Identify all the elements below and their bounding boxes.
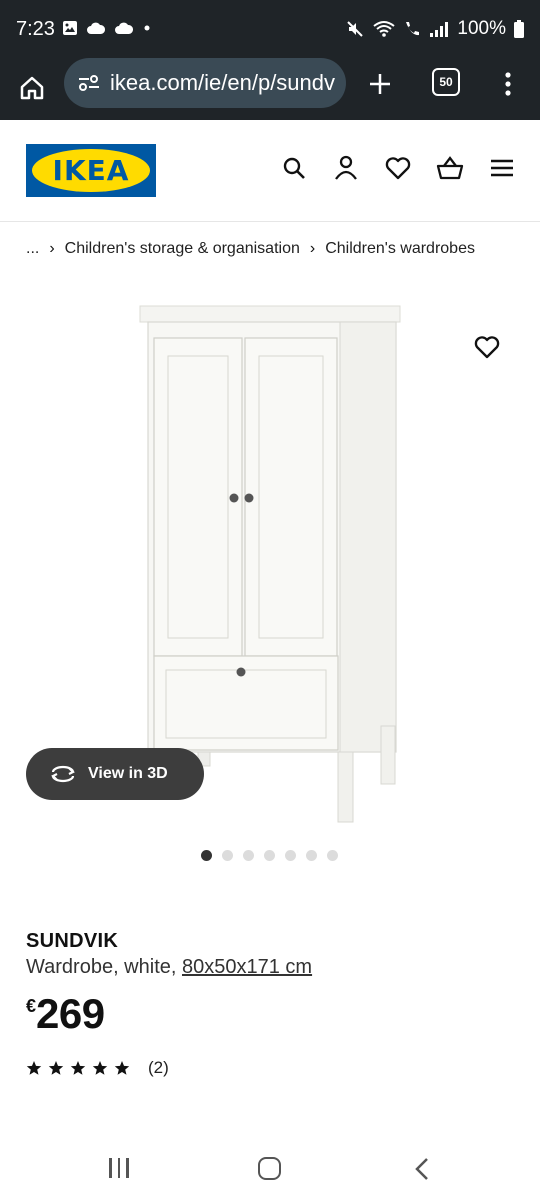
more-vert-icon	[505, 72, 511, 96]
browser-toolbar: ikea.com/ie/en/p/sundv 50	[0, 58, 540, 120]
search-icon[interactable]	[280, 154, 308, 182]
breadcrumb-separator: ›	[49, 240, 55, 257]
heart-icon	[474, 336, 500, 359]
wishlist-heart-icon[interactable]	[384, 154, 412, 182]
logo-text: IKEA	[52, 154, 130, 187]
ikea-logo[interactable]: IKEA	[26, 144, 156, 197]
mute-icon	[347, 21, 364, 37]
star-icon	[70, 1061, 86, 1075]
browser-menu-button[interactable]	[496, 64, 520, 104]
product-description: Wardrobe, white, 80x50x171 cm	[26, 956, 312, 979]
carousel-dot[interactable]	[222, 850, 233, 861]
product-dimensions-link[interactable]: 80x50x171 cm	[182, 956, 312, 978]
breadcrumb-separator: ›	[309, 240, 316, 257]
product-rating[interactable]: (2)	[26, 1058, 169, 1078]
view-in-3d-button[interactable]: View in 3D	[26, 748, 204, 800]
recent-apps-button[interactable]	[106, 1158, 132, 1180]
status-bar: 7:23 100%	[0, 0, 540, 58]
star-icon	[114, 1061, 130, 1075]
basket-icon[interactable]	[436, 154, 464, 182]
cloud-icon-2	[115, 22, 134, 34]
star-icon	[26, 1061, 42, 1075]
address-bar[interactable]: ikea.com/ie/en/p/sundv	[64, 58, 346, 108]
site-settings-icon[interactable]	[76, 70, 102, 96]
new-tab-button[interactable]	[360, 64, 400, 104]
account-icon[interactable]	[332, 154, 360, 182]
notification-icons	[62, 20, 152, 36]
tab-switcher-button[interactable]: 50	[432, 68, 460, 96]
gallery-icon	[63, 21, 77, 35]
review-count: (2)	[148, 1058, 169, 1077]
dot-icon	[144, 25, 150, 31]
url-text: ikea.com/ie/en/p/sundv	[110, 70, 336, 95]
product-type: Wardrobe, white,	[26, 956, 177, 978]
rotate-3d-icon	[48, 763, 78, 785]
carousel-dot[interactable]	[201, 850, 212, 861]
battery-text: 100%	[457, 18, 506, 39]
carousel-dot[interactable]	[243, 850, 254, 861]
breadcrumb-item-childrens-wardrobes[interactable]: Children's wardrobes	[325, 240, 475, 258]
back-button[interactable]	[410, 1156, 434, 1182]
carousel-dot[interactable]	[327, 850, 338, 861]
rating-stars	[26, 1060, 130, 1076]
star-icon	[92, 1061, 108, 1075]
back-chevron-icon	[415, 1158, 428, 1180]
breadcrumb-ellipsis[interactable]: ...	[26, 240, 39, 258]
star-icon	[48, 1061, 64, 1075]
product-name: SUNDVIK	[26, 930, 119, 952]
status-right: 100%	[345, 18, 524, 40]
battery-icon	[514, 20, 524, 38]
carousel-dot[interactable]	[264, 850, 275, 861]
cloud-icon	[87, 22, 106, 34]
signal-icon	[430, 22, 449, 37]
carousel-dot[interactable]	[306, 850, 317, 861]
add-to-wishlist-button[interactable]	[470, 330, 504, 364]
carousel-dot[interactable]	[285, 850, 296, 861]
price-amount: 269	[36, 990, 105, 1037]
header-actions	[280, 154, 516, 182]
home-icon	[20, 76, 44, 100]
plus-icon	[370, 74, 390, 94]
view-in-3d-label: View in 3D	[88, 765, 168, 782]
site-header: IKEA	[0, 120, 540, 222]
product-price: € 269	[26, 990, 105, 1038]
status-time: 7:23	[16, 18, 55, 40]
home-button[interactable]	[14, 66, 50, 110]
hamburger-menu-icon[interactable]	[488, 154, 516, 182]
breadcrumb-item-childrens-storage[interactable]: Children's storage & organisation	[65, 240, 300, 258]
home-nav-button[interactable]	[258, 1157, 281, 1180]
price-currency: €	[26, 996, 37, 1016]
breadcrumb: ... › Children's storage & organisation …	[26, 240, 475, 258]
wifi-icon	[373, 21, 396, 37]
system-navigation-bar	[0, 1140, 540, 1200]
wifi-call-icon	[406, 22, 420, 36]
image-carousel-dots	[201, 850, 338, 861]
